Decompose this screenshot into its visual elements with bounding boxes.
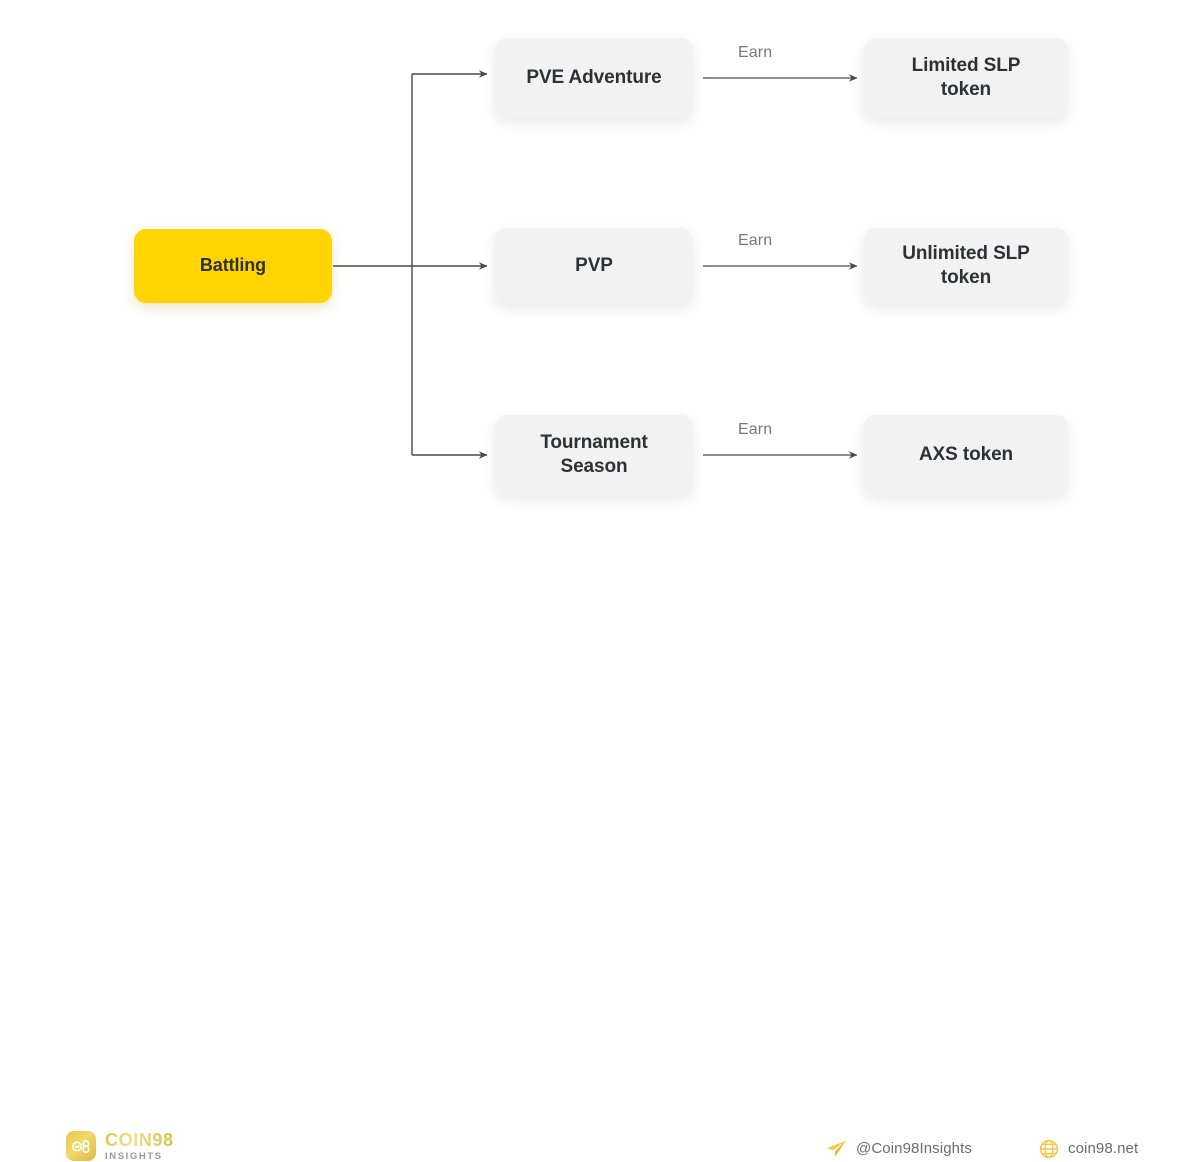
- brand-subtitle: INSIGHTS: [105, 1151, 163, 1162]
- brand-name: COIN98: [105, 1130, 174, 1150]
- node-axs-token[interactable]: AXS token: [864, 415, 1068, 495]
- node-unlimited-slp-token[interactable]: Unlimited SLP token: [864, 228, 1068, 304]
- brand-wordmark: COIN98 INSIGHTS: [105, 1131, 174, 1162]
- globe-icon: [1038, 1138, 1059, 1159]
- node-limited-slp-token[interactable]: Limited SLP token: [864, 38, 1068, 118]
- edge-label-earn-tournament: Earn: [738, 421, 773, 438]
- telegram-icon: [826, 1138, 847, 1159]
- node-battling-label: Battling: [199, 255, 267, 276]
- node-tournament-season[interactable]: Tournament Season: [495, 415, 693, 495]
- node-tournament-season-label: Tournament Season: [540, 431, 648, 477]
- edge-label-earn-pvp: Earn: [738, 232, 773, 249]
- node-pvp-label: PVP: [575, 254, 613, 276]
- brand-logo: COIN98 INSIGHTS: [66, 1131, 174, 1162]
- coin98-logo-icon: [66, 1131, 96, 1162]
- node-pvp[interactable]: PVP: [495, 228, 693, 304]
- node-battling[interactable]: Battling: [134, 229, 332, 303]
- social-website[interactable]: coin98.net: [1038, 1138, 1138, 1159]
- node-unlimited-slp-token-label: Unlimited SLP token: [902, 242, 1030, 288]
- social-website-label: coin98.net: [1068, 1140, 1139, 1157]
- node-limited-slp-token-label: Limited SLP token: [911, 54, 1021, 100]
- footer: COIN98 INSIGHTS @Coin98Insights coin98.n…: [0, 560, 1200, 1162]
- node-axs-token-label: AXS token: [918, 443, 1014, 465]
- edge-label-earn-pve: Earn: [738, 44, 773, 61]
- social-telegram[interactable]: @Coin98Insights: [826, 1138, 972, 1159]
- social-telegram-label: @Coin98Insights: [856, 1140, 972, 1157]
- node-pve-adventure-label: PVE Adventure: [526, 66, 662, 88]
- diagram-canvas: Battling PVE Adventure PVP Tournament Se…: [0, 0, 1200, 1162]
- node-pve-adventure[interactable]: PVE Adventure: [495, 38, 693, 118]
